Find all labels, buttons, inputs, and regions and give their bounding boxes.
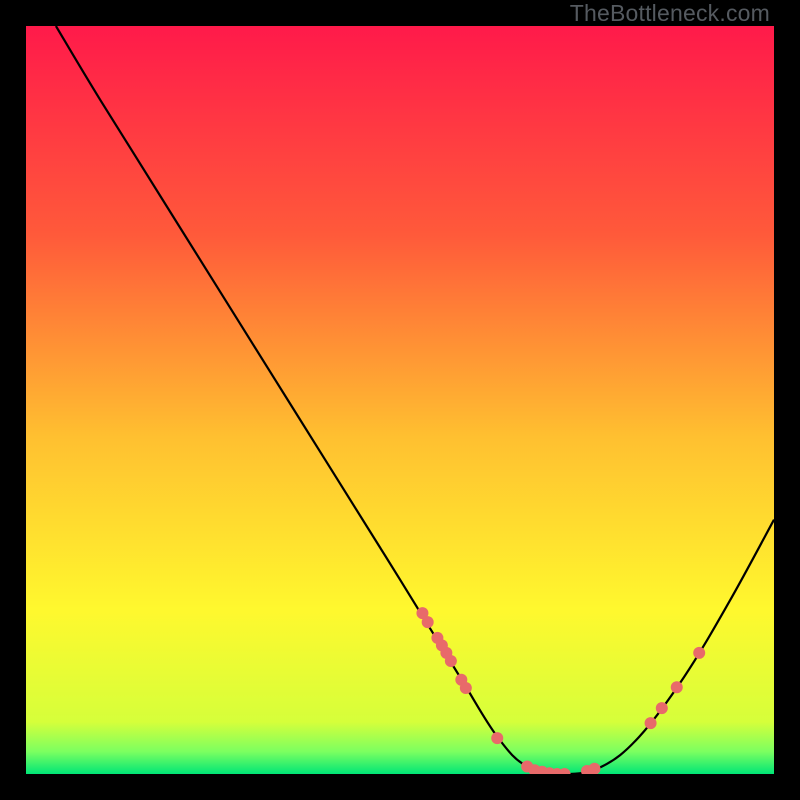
data-point	[645, 717, 657, 729]
chart-svg	[26, 26, 774, 774]
gradient-background	[26, 26, 774, 774]
data-point	[693, 647, 705, 659]
data-point	[671, 681, 683, 693]
data-point	[491, 732, 503, 744]
chart-frame	[26, 26, 774, 774]
data-point	[656, 702, 668, 714]
data-point	[445, 655, 457, 667]
data-point	[422, 616, 434, 628]
data-point	[460, 682, 472, 694]
watermark-text: TheBottleneck.com	[570, 0, 770, 27]
